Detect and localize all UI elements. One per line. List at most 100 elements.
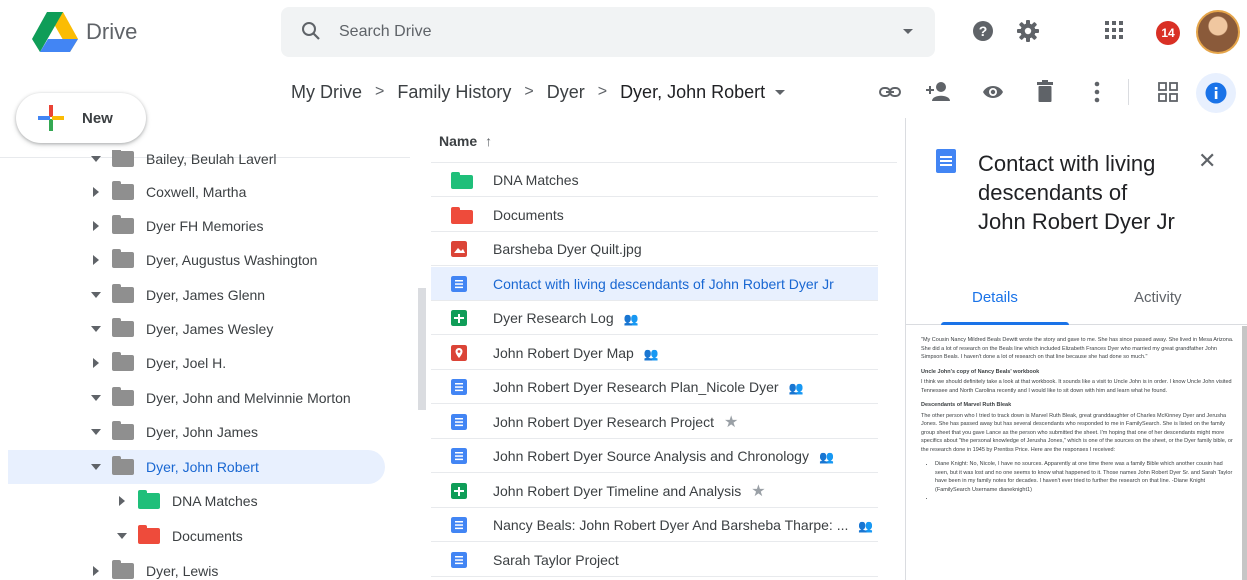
- sort-arrow-icon[interactable]: ↑: [485, 133, 492, 149]
- search-input[interactable]: Search Drive: [339, 23, 431, 41]
- tree-item-dyer-lewis[interactable]: Dyer, Lewis: [88, 554, 218, 580]
- file-row-selected[interactable]: Contact with living descendants of John …: [431, 267, 878, 301]
- folder-icon: [112, 456, 134, 475]
- chevron-down-icon[interactable]: [88, 287, 104, 303]
- chevron-down-icon[interactable]: [88, 424, 104, 440]
- name-column-header[interactable]: Name ↑: [439, 133, 492, 149]
- file-row[interactable]: Nancy Beals: John Robert Dyer And Barshe…: [431, 508, 878, 542]
- file-row[interactable]: DNA Matches: [431, 163, 878, 197]
- avatar[interactable]: [1196, 10, 1240, 54]
- info-button[interactable]: [1196, 73, 1236, 113]
- file-name-text: John Robert Dyer Map: [493, 345, 634, 361]
- tree-item-documents[interactable]: Documents: [114, 519, 243, 553]
- chevron-right-icon[interactable]: [114, 493, 130, 509]
- chevron-down-icon[interactable]: [88, 321, 104, 337]
- breadcrumb-dyer[interactable]: Dyer: [547, 82, 585, 103]
- tree-item-label: Dyer, Augustus Washington: [146, 252, 318, 268]
- chevron-down-icon[interactable]: [88, 459, 104, 475]
- tree-item-bailey[interactable]: Bailey, Beulah Laverl: [88, 150, 276, 176]
- file-row[interactable]: John Robert Dyer Research Project ★: [431, 405, 878, 439]
- tree-item-dyer-james-glenn[interactable]: Dyer, James Glenn: [88, 278, 265, 312]
- tree-item-dyer-augustus[interactable]: Dyer, Augustus Washington: [88, 243, 317, 277]
- file-row[interactable]: Sarah Taylor Project: [431, 543, 878, 577]
- folder-tree: Bailey, Beulah Laverl Coxwell, Martha Dy…: [0, 150, 410, 580]
- svg-text:?: ?: [979, 23, 988, 39]
- folder-icon: [112, 352, 134, 371]
- chevron-down-icon[interactable]: [88, 390, 104, 406]
- file-row[interactable]: John Robert Dyer Research Plan_Nicole Dy…: [431, 370, 878, 404]
- tree-item-label: Dyer FH Memories: [146, 218, 264, 234]
- file-name: John Robert Dyer Research Project ★: [493, 414, 738, 431]
- file-name: DNA Matches: [493, 172, 579, 188]
- tree-item-dna-matches[interactable]: DNA Matches: [114, 484, 258, 518]
- app-name[interactable]: Drive: [86, 19, 137, 45]
- link-icon[interactable]: [879, 83, 901, 101]
- more-vert-icon[interactable]: [1094, 81, 1100, 103]
- breadcrumb-current[interactable]: Dyer, John Robert: [620, 82, 765, 103]
- drive-logo-icon[interactable]: [32, 12, 78, 52]
- file-name-text: Dyer Research Log: [493, 310, 614, 326]
- file-row[interactable]: Barsheba Dyer Quilt.jpg: [431, 232, 878, 266]
- file-row[interactable]: Dyer Research Log 👥: [431, 301, 878, 335]
- file-row[interactable]: John Robert Dyer Map 👥: [431, 336, 878, 370]
- chevron-right-icon[interactable]: [88, 218, 104, 234]
- star-icon[interactable]: ★: [751, 484, 765, 500]
- toolbar-divider: [1128, 79, 1129, 105]
- chevron-down-icon[interactable]: [114, 528, 130, 544]
- file-row[interactable]: Documents: [431, 198, 878, 232]
- chevron-right-icon[interactable]: [88, 563, 104, 579]
- tree-item-dyer-john-robert[interactable]: Dyer, John Robert: [8, 450, 385, 484]
- doc-file-icon: [451, 276, 467, 292]
- chevron-right-icon[interactable]: [88, 355, 104, 371]
- close-icon[interactable]: ✕: [1198, 148, 1216, 174]
- preview-list-item: [935, 494, 1236, 503]
- new-button-label: New: [82, 110, 113, 127]
- tree-item-label: Dyer, John James: [146, 424, 259, 440]
- chevron-down-icon[interactable]: [88, 151, 104, 167]
- gear-icon[interactable]: [1017, 20, 1039, 42]
- grid-view-icon[interactable]: [1158, 82, 1178, 102]
- tree-scrollbar[interactable]: [418, 288, 426, 410]
- star-icon[interactable]: ★: [724, 415, 738, 431]
- tree-item-dyer-james-wesley[interactable]: Dyer, James Wesley: [88, 312, 273, 346]
- tree-item-dyer-john-james[interactable]: Dyer, John James: [88, 415, 258, 449]
- chevron-right-icon[interactable]: [88, 252, 104, 268]
- file-name-text: John Robert Dyer Source Analysis and Chr…: [493, 448, 809, 464]
- breadcrumb-my-drive[interactable]: My Drive: [291, 82, 362, 103]
- tab-details[interactable]: Details: [972, 289, 1018, 306]
- folder-icon: [451, 172, 473, 189]
- chevron-right-icon[interactable]: [88, 184, 104, 200]
- details-title: Contact with living descendants of John …: [978, 151, 1175, 234]
- chevron-down-icon[interactable]: [775, 89, 786, 95]
- file-name: Barsheba Dyer Quilt.jpg: [493, 241, 642, 257]
- new-button[interactable]: New: [16, 93, 146, 143]
- details-scrollbar[interactable]: [1242, 326, 1247, 580]
- tree-item-label: Dyer, Joel H.: [146, 355, 227, 371]
- preview-paragraph: The other person who I tried to track do…: [921, 412, 1233, 453]
- tree-item-dyer-fh-memories[interactable]: Dyer FH Memories: [88, 209, 263, 243]
- document-preview[interactable]: "My Cousin Nancy Mildred Beals Dewitt wr…: [921, 336, 1236, 580]
- tree-item-coxwell[interactable]: Coxwell, Martha: [88, 175, 246, 209]
- file-name-text: John Robert Dyer Timeline and Analysis: [493, 483, 742, 499]
- apps-grid-icon[interactable]: [1104, 20, 1124, 40]
- folder-icon: [138, 525, 160, 544]
- file-row[interactable]: John Robert Dyer Source Analysis and Chr…: [431, 439, 878, 473]
- tree-item-dyer-joel[interactable]: Dyer, Joel H.: [88, 346, 226, 380]
- trash-icon[interactable]: [1037, 80, 1053, 102]
- file-row[interactable]: John Robert Dyer Timeline and Analysis ★: [431, 474, 878, 508]
- tree-item-label: Dyer, James Wesley: [146, 321, 274, 337]
- search-options-icon[interactable]: [903, 29, 913, 34]
- search-bar[interactable]: Search Drive: [281, 7, 935, 57]
- breadcrumb-family-history[interactable]: Family History: [397, 82, 511, 103]
- sheet-file-icon: [451, 483, 467, 499]
- notifications-badge[interactable]: 14: [1156, 21, 1180, 45]
- help-icon[interactable]: ?: [972, 20, 994, 42]
- search-icon[interactable]: [301, 21, 321, 41]
- tab-activity[interactable]: Activity: [1134, 289, 1182, 306]
- doc-file-icon: [451, 552, 467, 568]
- tree-item-label: Dyer, James Glenn: [146, 287, 266, 303]
- preview-eye-icon[interactable]: [982, 84, 1004, 100]
- tree-item-dyer-john-melvinnie[interactable]: Dyer, John and Melvinnie Morton: [88, 381, 351, 415]
- doc-file-icon: [451, 414, 467, 430]
- add-people-icon[interactable]: [926, 80, 952, 102]
